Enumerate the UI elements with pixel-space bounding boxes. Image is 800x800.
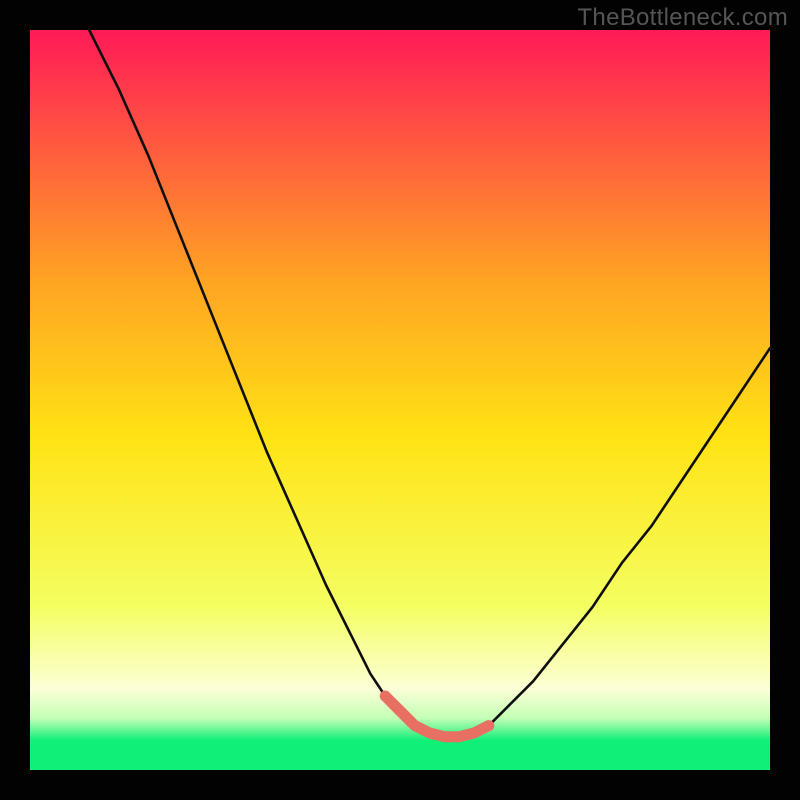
watermark-label: TheBottleneck.com: [577, 4, 788, 32]
chart-frame: TheBottleneck.com: [0, 0, 800, 800]
bottleneck-chart: [0, 0, 800, 800]
